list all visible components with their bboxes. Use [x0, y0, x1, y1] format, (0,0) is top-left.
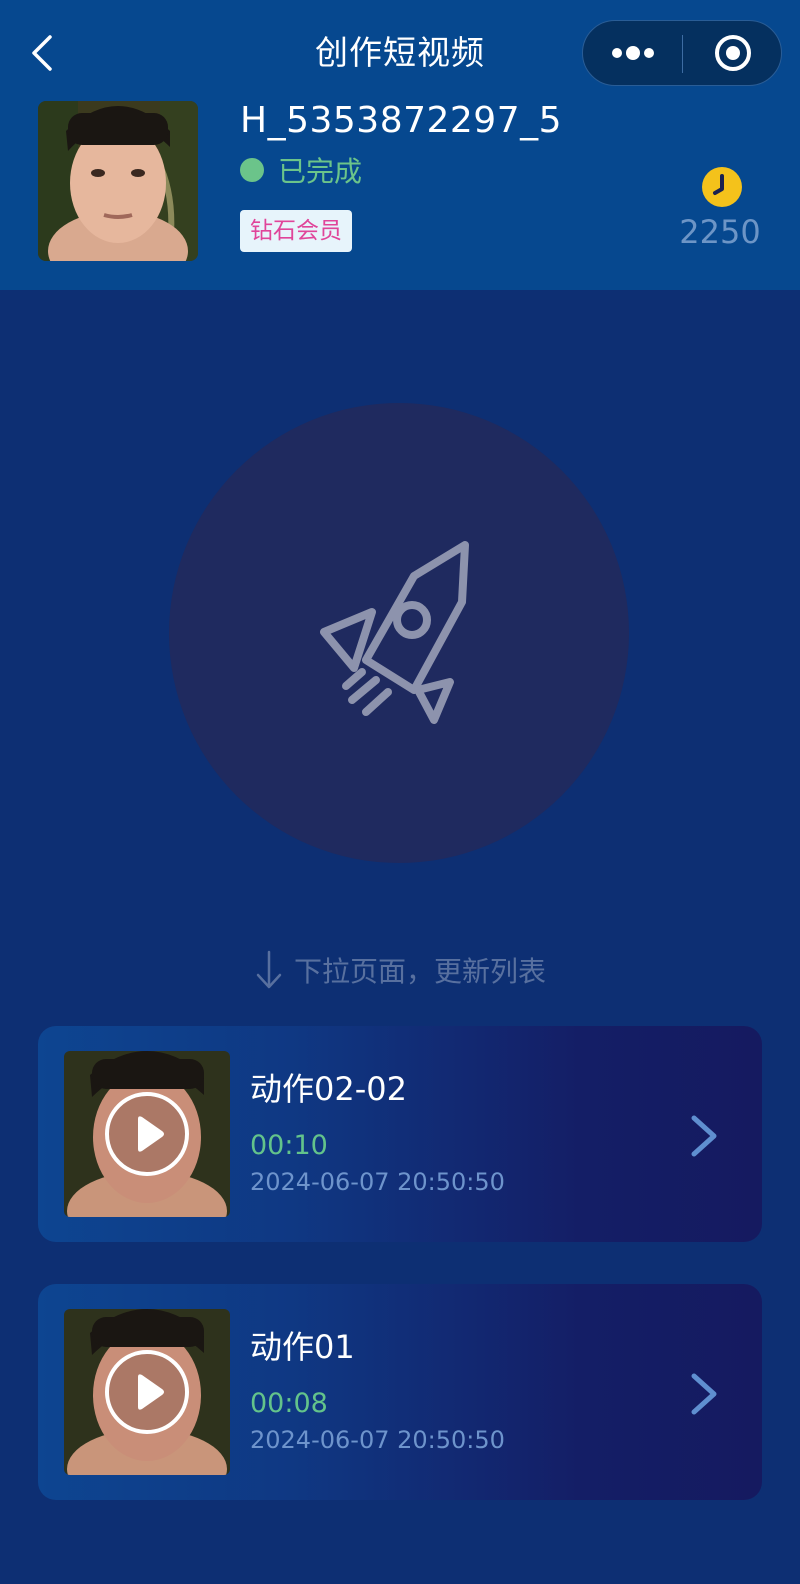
video-duration: 00:10: [250, 1130, 328, 1161]
video-thumbnail[interactable]: [64, 1051, 230, 1217]
points-value: 2250: [679, 213, 761, 251]
video-title: 动作01: [250, 1328, 355, 1366]
play-icon[interactable]: [104, 1091, 190, 1177]
avatar[interactable]: [38, 101, 198, 261]
status: 已完成: [240, 150, 362, 190]
status-text: 已完成: [278, 155, 363, 188]
more-dots-icon: [612, 46, 654, 60]
video-date: 2024-06-07 20:50:50: [250, 1168, 505, 1196]
video-card[interactable]: 动作02-02 00:10 2024-06-07 20:50:50: [38, 1026, 762, 1242]
membership-badge: 钻石会员: [240, 210, 352, 252]
status-dot-icon: [240, 158, 264, 182]
chevron-right-icon[interactable]: [688, 1114, 720, 1158]
video-title: 动作02-02: [250, 1070, 407, 1108]
pull-hint-text: 下拉页面，更新列表: [293, 955, 546, 988]
rocket-icon: [320, 541, 469, 724]
play-icon[interactable]: [104, 1349, 190, 1435]
avatar-image: [38, 101, 198, 261]
video-date: 2024-06-07 20:50:50: [250, 1426, 505, 1454]
clock-icon: [702, 167, 742, 207]
more-button[interactable]: [583, 21, 683, 85]
miniprogram-capsule: [582, 20, 782, 86]
video-card[interactable]: 动作01 00:08 2024-06-07 20:50:50: [38, 1284, 762, 1500]
video-thumbnail[interactable]: [64, 1309, 230, 1475]
pull-refresh-hint: 下拉页面，更新列表: [0, 945, 800, 995]
chevron-right-icon[interactable]: [688, 1372, 720, 1416]
target-close-icon: [715, 35, 751, 71]
header: 创作短视频 H_5353872297_5 已完成 钻石会员 2250: [0, 0, 800, 290]
arrow-down-icon: [256, 950, 282, 989]
close-button[interactable]: [683, 21, 783, 85]
video-duration: 00:08: [250, 1388, 328, 1419]
username: H_5353872297_5: [240, 100, 563, 141]
